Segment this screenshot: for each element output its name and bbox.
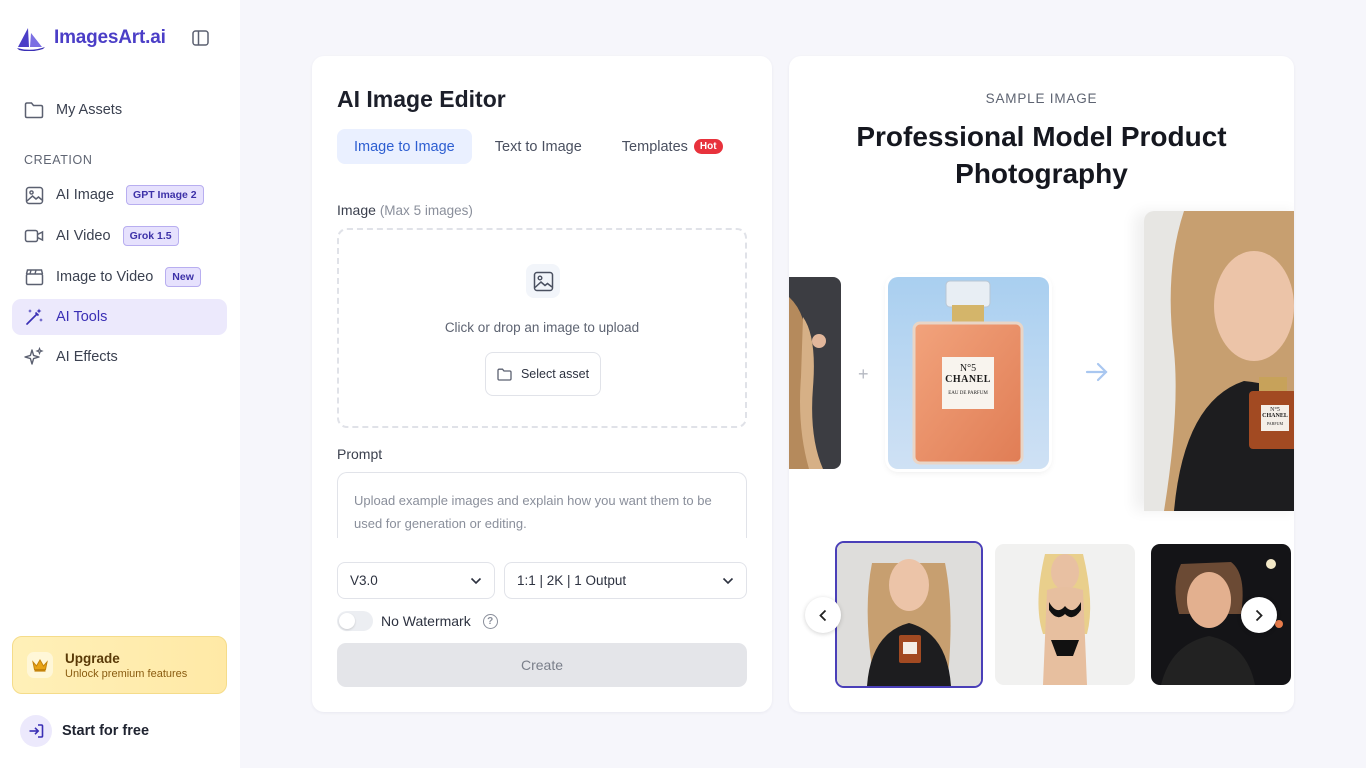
start-for-free-label: Start for free bbox=[62, 723, 150, 739]
sailboat-logo-icon bbox=[17, 28, 45, 51]
model-badge: GPT Image 2 bbox=[126, 185, 204, 205]
tab-image-to-image[interactable]: Image to Image bbox=[337, 129, 472, 164]
result-bottle-label: N°5 CHANEL PARFUM bbox=[1261, 407, 1289, 426]
image-label-text: Image bbox=[337, 202, 376, 218]
sidebar-item-label: My Assets bbox=[56, 102, 123, 118]
carousel-next-button[interactable] bbox=[1241, 597, 1277, 633]
help-icon[interactable]: ? bbox=[482, 613, 498, 629]
input-product-photo: N°5 CHANEL EAU DE PARFUM bbox=[888, 277, 1049, 469]
output-settings-value: 1:1 | 2K | 1 Output bbox=[517, 573, 627, 588]
chevron-right-icon bbox=[1255, 609, 1263, 621]
prompt-placeholder: Upload example images and explain how yo… bbox=[354, 493, 712, 531]
brand-logo[interactable]: ImagesArt.ai bbox=[16, 25, 166, 51]
sidebar-item-image-to-video[interactable]: Image to Video New bbox=[12, 259, 227, 295]
tab-templates[interactable]: Templates Hot bbox=[605, 129, 740, 164]
upgrade-card[interactable]: Upgrade Unlock premium features bbox=[12, 636, 227, 694]
sidebar-item-label: AI Image bbox=[56, 187, 115, 203]
prompt-field-label: Prompt bbox=[337, 446, 383, 462]
carousel-prev-button[interactable] bbox=[805, 597, 841, 633]
editor-tabs: Image to Image Text to Image Templates H… bbox=[337, 129, 740, 164]
bottle-label: N°5 CHANEL EAU DE PARFUM bbox=[942, 363, 994, 396]
hot-badge: Hot bbox=[693, 139, 723, 154]
create-button[interactable]: Create bbox=[337, 643, 747, 687]
tab-text-to-image[interactable]: Text to Image bbox=[478, 129, 599, 164]
sidebar-item-label: AI Tools bbox=[56, 309, 108, 325]
sidebar: ImagesArt.ai My Assets CREATION AI Image… bbox=[0, 0, 240, 768]
no-watermark-toggle[interactable] bbox=[337, 611, 373, 631]
sidebar-item-ai-tools[interactable]: AI Tools bbox=[12, 299, 227, 335]
output-settings-select[interactable]: 1:1 | 2K | 1 Output bbox=[504, 562, 747, 599]
tab-label: Templates bbox=[621, 138, 688, 155]
select-asset-button[interactable]: Select asset bbox=[485, 352, 601, 396]
sidebar-item-ai-video[interactable]: AI Video Grok 1.5 bbox=[12, 218, 227, 254]
image-editor-panel: AI Image Editor Image to Image Text to I… bbox=[312, 56, 772, 712]
bottle-label-line: EAU DE PARFUM bbox=[948, 391, 988, 396]
model-version-value: V3.0 bbox=[350, 573, 378, 588]
section-label-creation: CREATION bbox=[24, 153, 93, 167]
start-for-free-button[interactable]: Start for free bbox=[20, 715, 149, 747]
bottle-label-line: N°5 bbox=[959, 363, 977, 374]
prompt-textarea[interactable]: Upload example images and explain how yo… bbox=[337, 472, 747, 538]
image-icon bbox=[24, 185, 44, 205]
bottle-label-line: PARFUM bbox=[1266, 421, 1284, 426]
tab-label: Text to Image bbox=[494, 138, 582, 155]
image-field-label: Image (Max 5 images) bbox=[337, 202, 473, 218]
bottle-label-line: CHANEL bbox=[945, 374, 991, 385]
input-model-photo bbox=[789, 277, 841, 469]
sidebar-item-my-assets[interactable]: My Assets bbox=[12, 92, 227, 128]
sidebar-item-ai-image[interactable]: AI Image GPT Image 2 bbox=[12, 177, 227, 213]
sample-kicker: SAMPLE IMAGE bbox=[985, 91, 1098, 106]
upgrade-title: Upgrade bbox=[65, 650, 120, 666]
sparkles-icon bbox=[24, 347, 44, 367]
sample-image-panel: SAMPLE IMAGE Professional Model Product … bbox=[789, 56, 1294, 712]
sidebar-item-ai-effects[interactable]: AI Effects bbox=[12, 339, 227, 375]
folder-icon bbox=[24, 100, 44, 120]
sidebar-item-label: AI Video bbox=[56, 228, 111, 244]
crown-icon bbox=[27, 652, 53, 678]
plus-icon: + bbox=[858, 364, 869, 384]
chevron-down-icon bbox=[470, 577, 482, 584]
sample-thumbnail[interactable] bbox=[835, 541, 983, 688]
tab-label: Image to Image bbox=[354, 138, 455, 155]
clapperboard-icon bbox=[24, 267, 44, 287]
sidebar-toggle-icon[interactable] bbox=[192, 30, 209, 46]
upload-image-icon bbox=[526, 264, 560, 298]
new-badge: New bbox=[165, 267, 201, 287]
select-asset-label: Select asset bbox=[520, 367, 590, 381]
magic-wand-icon bbox=[24, 307, 44, 327]
image-limit-hint: (Max 5 images) bbox=[379, 203, 473, 218]
chevron-left-icon bbox=[819, 609, 827, 621]
no-watermark-label: No Watermark bbox=[381, 613, 471, 629]
sidebar-item-label: AI Effects bbox=[56, 349, 118, 365]
model-badge: Grok 1.5 bbox=[122, 226, 179, 246]
dropzone-text: Click or drop an image to upload bbox=[444, 320, 640, 335]
chevron-down-icon bbox=[722, 577, 734, 584]
page-title: AI Image Editor bbox=[337, 86, 506, 112]
sample-title: Professional Model Product Photography bbox=[856, 121, 1227, 189]
model-version-select[interactable]: V3.0 bbox=[337, 562, 495, 599]
sample-thumbnail[interactable] bbox=[995, 544, 1135, 685]
folder-icon bbox=[497, 368, 512, 381]
result-photo: N°5 CHANEL PARFUM bbox=[1144, 211, 1294, 511]
brand-name: ImagesArt.ai bbox=[54, 27, 166, 48]
image-upload-dropzone[interactable]: Click or drop an image to upload Select … bbox=[337, 228, 747, 428]
no-watermark-row: No Watermark ? bbox=[337, 611, 498, 631]
bottle-label-line: CHANEL bbox=[1262, 413, 1288, 419]
video-camera-icon bbox=[24, 226, 44, 246]
sign-in-icon bbox=[20, 715, 52, 747]
arrow-right-icon bbox=[1085, 362, 1108, 382]
upgrade-subtitle: Unlock premium features bbox=[65, 667, 188, 680]
sidebar-item-label: Image to Video bbox=[56, 269, 154, 285]
